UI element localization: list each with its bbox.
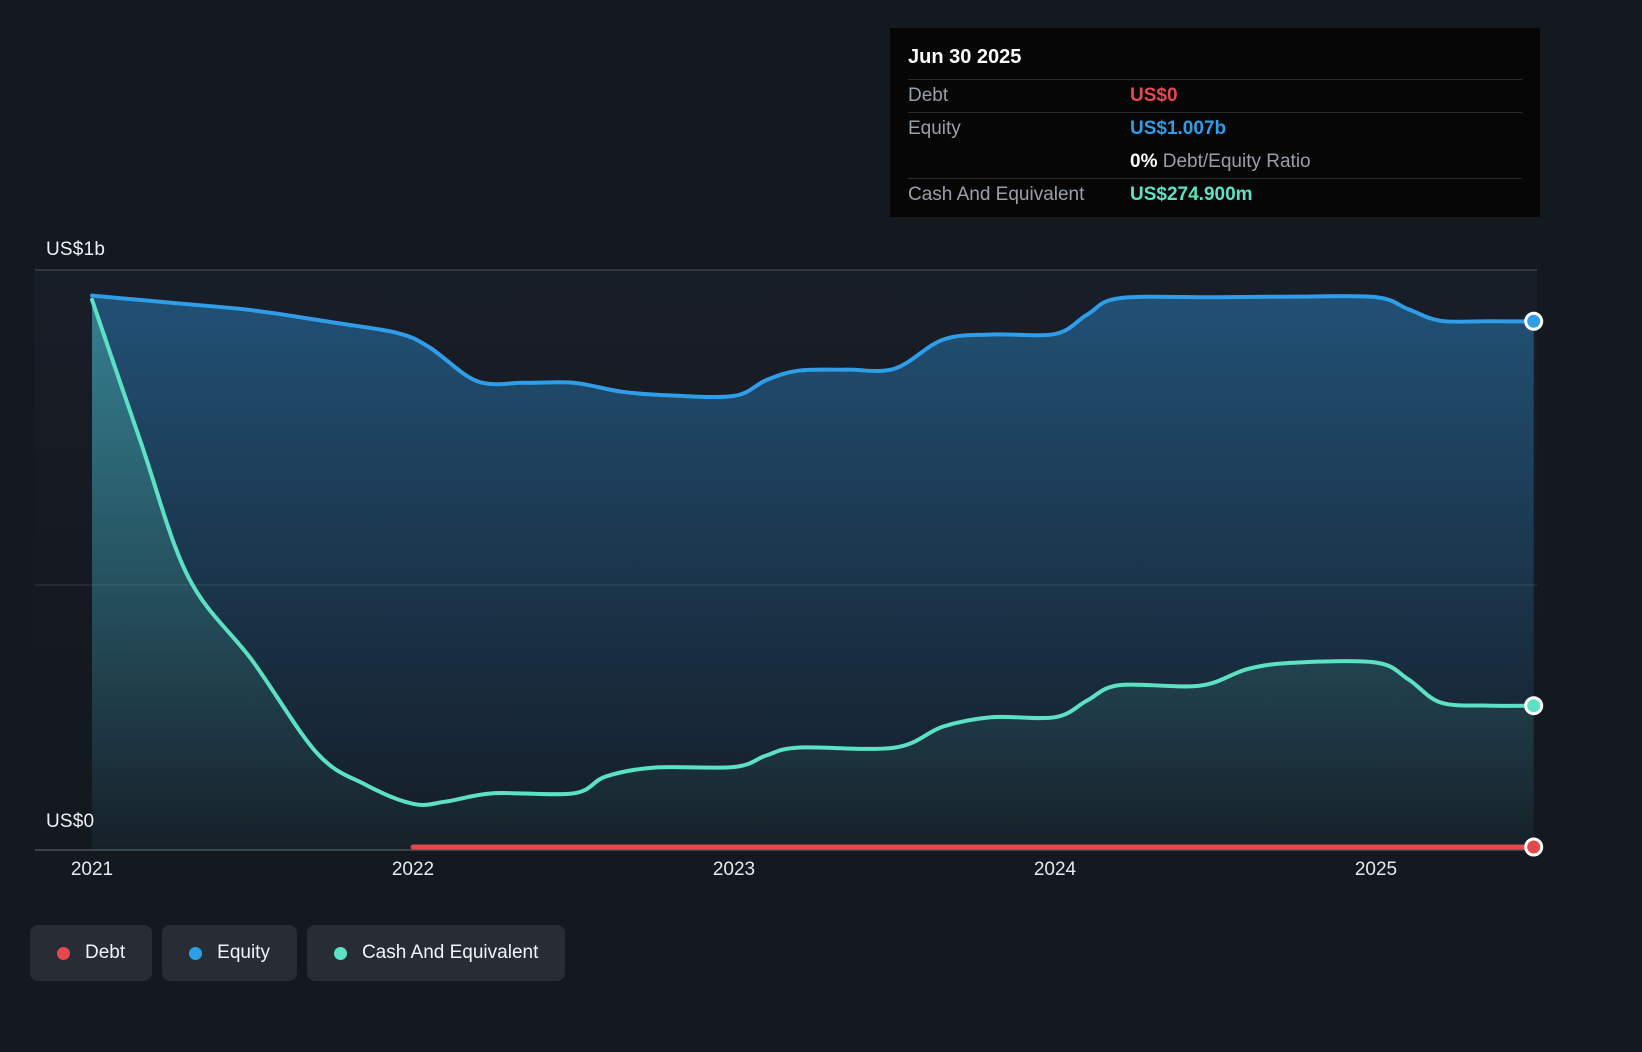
legend-item-equity[interactable]: Equity [162,925,297,981]
tooltip-row-label: Cash And Equivalent [908,184,1085,205]
x-axis-label-2024: 2024 [1033,859,1077,880]
tooltip-row-value: US$274.900m [1130,184,1253,205]
tooltip-row: Cash And Equivalent US$274.900m [908,178,1522,211]
tooltip-date: Jun 30 2025 [908,46,1022,68]
x-axis-label-2025: 2025 [1354,859,1398,880]
x-axis-label-2023: 2023 [712,859,756,880]
cash-end-marker [1524,696,1544,716]
legend-label: Equity [217,942,270,963]
debt-equity-chart-canvas: US$1b US$0 2021 2022 2023 2024 2025 Jun 30 2… [0,0,1642,1052]
legend-label: Debt [85,942,126,963]
tooltip-row: Debt US$0 [908,79,1522,112]
legend-label: Cash And Equivalent [361,942,539,963]
debt-end-marker [1524,837,1544,857]
tooltip-row: Equity US$1.007b [908,112,1522,145]
tooltip-row-value: US$1.007b [1130,118,1227,139]
tooltip-rows: Debt US$0 Equity US$1.007b 0% Debt/Equity Ra… [908,79,1522,211]
legend-dot-icon [189,946,203,960]
x-axis-label-2021: 2021 [70,859,114,880]
legend-dot-icon [333,946,347,960]
y-axis-label-0: US$0 [46,811,95,832]
legend-item-cash-and-equivalent[interactable]: Cash And Equivalent [306,925,566,981]
tooltip-row-value: US$0 [1130,85,1178,106]
legend: Debt Equity Cash And Equivalent [30,925,566,981]
tooltip-row-label: Debt [908,85,949,106]
equity-end-marker [1524,311,1544,331]
tooltip: Jun 30 2025 Debt US$0 Equity US$1.007b 0% De… [890,28,1540,217]
tooltip-ratio-value: 0% Debt/Equity Ratio [1130,150,1311,172]
y-axis-label-1b: US$1b [46,239,106,260]
legend-item-debt[interactable]: Debt [30,925,153,981]
tooltip-row-label: Equity [908,118,961,139]
x-axis-label-2022: 2022 [391,859,435,880]
tooltip-ratio-row: 0% Debt/Equity Ratio [908,145,1522,178]
legend-dot-icon [57,946,70,960]
